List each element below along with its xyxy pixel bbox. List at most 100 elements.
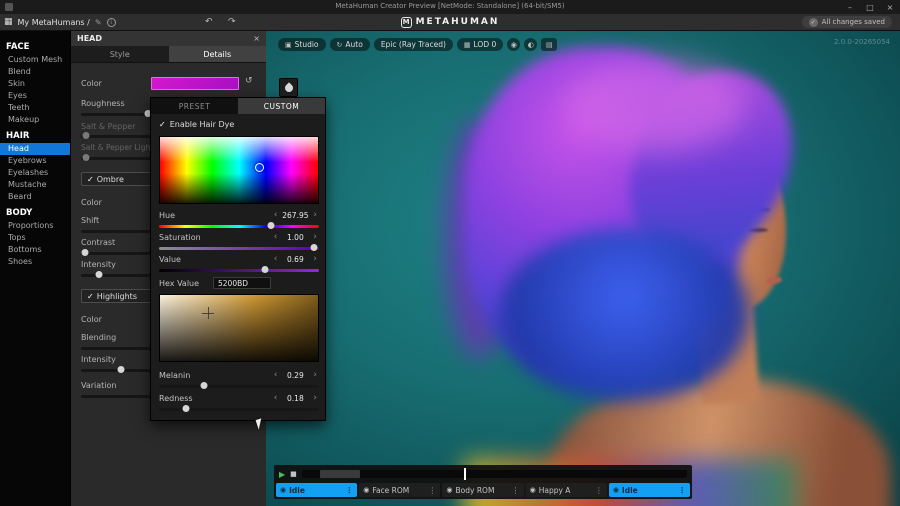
value-slider[interactable] <box>159 267 319 274</box>
tab-details[interactable]: Details <box>169 46 267 62</box>
kebab-icon[interactable]: ⋮ <box>345 486 353 495</box>
edit-name-icon[interactable]: ✎ <box>95 18 102 27</box>
anim-icon: ◉ <box>613 486 619 494</box>
anim-slot-body-rom[interactable]: ◉ Body ROM ⋮ <box>442 483 523 497</box>
metahuman-logo: M METAHUMAN <box>0 14 900 30</box>
sidebar-item-proportions[interactable]: Proportions <box>0 220 70 232</box>
breadcrumb[interactable]: My MetaHumans / <box>18 18 90 27</box>
lod-chip[interactable]: ▦ LOD 0 <box>457 38 503 51</box>
kebab-icon[interactable]: ⋮ <box>428 486 436 495</box>
hair-dye-icon <box>283 82 294 93</box>
screenshot-button[interactable]: ▤ <box>541 38 557 51</box>
anim-slot-idle-2[interactable]: ◉ Idle ⋮ <box>609 483 690 497</box>
timeline-scrubber[interactable] <box>302 470 687 478</box>
melanin-slider[interactable] <box>159 383 319 390</box>
melanin-increment[interactable]: › <box>313 371 317 379</box>
quality-label: Epic (Ray Traced) <box>381 40 446 49</box>
anim-icon: ◉ <box>280 486 286 494</box>
saturation-decrement[interactable]: ‹ <box>274 233 278 241</box>
melanin-pick-indicator[interactable] <box>202 307 214 319</box>
tab-preset[interactable]: PRESET <box>151 98 238 114</box>
hair-color-swatch[interactable] <box>151 77 239 90</box>
ombre-checkbox[interactable]: ✓ Ombre <box>81 172 155 186</box>
redo-icon[interactable]: ↷ <box>228 17 236 27</box>
redness-value[interactable]: 0.18 <box>281 394 309 403</box>
value-increment[interactable]: › <box>313 255 317 263</box>
redness-slider[interactable] <box>159 406 319 413</box>
maximize-button[interactable]: □ <box>860 0 880 14</box>
title-bar: MetaHuman Creator Preview [NetMode: Stan… <box>0 0 900 14</box>
hue-label: Hue <box>159 211 175 220</box>
close-button[interactable]: × <box>880 0 900 14</box>
hex-value-input[interactable]: 5200BD <box>213 277 271 289</box>
kebab-icon[interactable]: ⋮ <box>678 486 686 495</box>
hue-decrement[interactable]: ‹ <box>274 211 278 219</box>
hue-saturation-picker[interactable] <box>159 136 319 204</box>
sidebar-item-mustache[interactable]: Mustache <box>0 179 70 191</box>
sidebar-item-eyelashes[interactable]: Eyelashes <box>0 167 70 179</box>
kebab-icon[interactable]: ⋮ <box>595 486 603 495</box>
melanin-decrement[interactable]: ‹ <box>274 371 278 379</box>
sidebar-item-shoes[interactable]: Shoes <box>0 256 70 268</box>
sidebar-item-beard[interactable]: Beard <box>0 191 70 203</box>
redness-decrement[interactable]: ‹ <box>274 394 278 402</box>
quality-chip[interactable]: Epic (Ray Traced) <box>374 38 453 51</box>
playhead[interactable] <box>464 468 466 480</box>
redness-increment[interactable]: › <box>313 394 317 402</box>
color-picker-popup: PRESET CUSTOM ✓ Enable Hair Dye Hue ‹ 26… <box>150 97 326 421</box>
changes-saved-badge: ✓ All changes saved <box>802 16 892 28</box>
anim-label: Idle <box>622 486 638 495</box>
play-button[interactable]: ▶ <box>279 470 285 479</box>
viewport-3d[interactable]: ▣ Studio ↻ Auto Epic (Ray Traced) ▦ LOD … <box>266 31 900 506</box>
panel-title: HEAD <box>77 34 253 43</box>
info-icon[interactable]: i <box>107 18 116 27</box>
hex-label: Hex Value <box>159 279 199 288</box>
sidebar-item-makeup[interactable]: Makeup <box>0 114 70 126</box>
sidebar-item-teeth[interactable]: Teeth <box>0 102 70 114</box>
value-value[interactable]: 0.69 <box>281 255 309 264</box>
sidebar-item-skin[interactable]: Skin <box>0 78 70 90</box>
hue-slider[interactable] <box>159 223 319 230</box>
app-menu-icon[interactable]: ▦ <box>4 17 13 27</box>
section-hair: HAIR <box>0 126 70 143</box>
sidebar-item-tops[interactable]: Tops <box>0 232 70 244</box>
reset-color-icon[interactable]: ↺ <box>245 76 253 86</box>
panel-close-icon[interactable]: × <box>253 34 260 43</box>
saturation-slider[interactable] <box>159 245 319 252</box>
saturation-value[interactable]: 1.00 <box>281 233 309 242</box>
anim-slot-happy-a[interactable]: ◉ Happy A ⋮ <box>526 483 607 497</box>
sidebar-item-eyebrows[interactable]: Eyebrows <box>0 155 70 167</box>
studio-lighting-chip[interactable]: ▣ Studio <box>278 38 326 51</box>
anim-icon: ◉ <box>530 486 536 494</box>
color-pick-indicator[interactable] <box>255 163 264 172</box>
viewport-toolbar: ▣ Studio ↻ Auto Epic (Ray Traced) ▦ LOD … <box>278 38 557 51</box>
portrait-lips <box>766 276 783 285</box>
hue-increment[interactable]: › <box>313 211 317 219</box>
sidebar-item-bottoms[interactable]: Bottoms <box>0 244 70 256</box>
hue-value[interactable]: 267.95 <box>281 211 309 220</box>
tab-custom[interactable]: CUSTOM <box>238 98 325 114</box>
auto-exposure-chip[interactable]: ↻ Auto <box>330 38 370 51</box>
sidebar-item-head[interactable]: Head <box>0 143 70 155</box>
tab-style[interactable]: Style <box>71 46 169 62</box>
frame-subject-button[interactable]: ◐ <box>524 38 537 51</box>
anim-slot-idle-1[interactable]: ◉ Idle ⋮ <box>276 483 357 497</box>
hair-dye-button[interactable] <box>279 78 298 97</box>
stop-button[interactable]: ■ <box>290 470 297 478</box>
undo-icon[interactable]: ↶ <box>205 17 213 27</box>
menu-bar: ▦ My MetaHumans / ✎ i ↶ ↷ M METAHUMAN ✓ … <box>0 14 900 31</box>
melanin-value[interactable]: 0.29 <box>281 371 309 380</box>
sidebar-item-eyes[interactable]: Eyes <box>0 90 70 102</box>
anim-slot-face-rom[interactable]: ◉ Face ROM ⋮ <box>359 483 440 497</box>
value-decrement[interactable]: ‹ <box>274 255 278 263</box>
melanin-picker[interactable] <box>159 294 319 362</box>
minimize-button[interactable]: – <box>840 0 860 14</box>
sidebar-item-blend[interactable]: Blend <box>0 66 70 78</box>
camera-view-button[interactable]: ◉ <box>507 38 520 51</box>
ombre-color-label: Color <box>81 198 102 207</box>
lod-icon: ▦ <box>464 41 471 49</box>
enable-hair-dye-checkbox[interactable]: ✓ Enable Hair Dye <box>159 120 234 129</box>
sidebar-item-custom-mesh[interactable]: Custom Mesh <box>0 54 70 66</box>
kebab-icon[interactable]: ⋮ <box>512 486 520 495</box>
saturation-increment[interactable]: › <box>313 233 317 241</box>
